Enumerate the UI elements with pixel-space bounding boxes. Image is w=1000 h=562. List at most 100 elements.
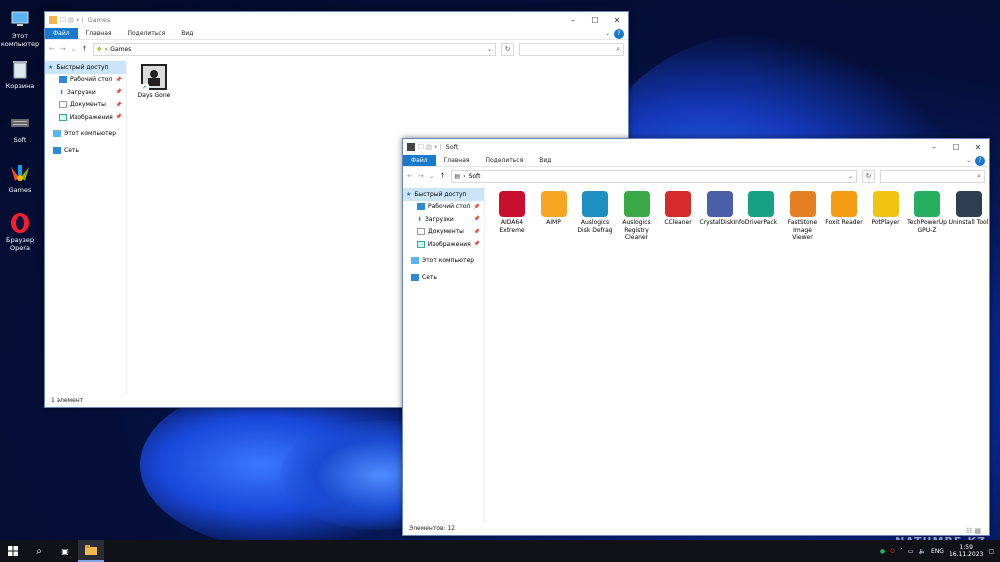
soft-folder-icon: ▤ bbox=[454, 172, 461, 180]
tab-home[interactable]: Главная bbox=[436, 155, 478, 166]
up-icon[interactable]: ↑ bbox=[440, 172, 446, 180]
minimize-button[interactable]: – bbox=[923, 143, 945, 152]
file-item-days-gone[interactable]: ↗ Days Gone bbox=[134, 64, 174, 100]
nav-label: Этот компьютер bbox=[422, 257, 475, 265]
search-icon: ⌕ bbox=[36, 545, 42, 557]
tab-home[interactable]: Главная bbox=[78, 28, 120, 39]
chevron-down-icon[interactable]: ⌄ bbox=[605, 28, 610, 39]
refresh-icon[interactable]: ↻ bbox=[862, 169, 875, 183]
file-label: Uninstall Tool bbox=[948, 219, 989, 226]
quick-access-toolbar[interactable]: ☐ ▤ ▾ | bbox=[60, 16, 84, 24]
nav-downloads[interactable]: ⬇ Загрузки 📌 bbox=[403, 213, 484, 226]
desktop-icon-soft[interactable]: Soft bbox=[0, 112, 40, 144]
file-item[interactable]: Uninstall Tool bbox=[949, 191, 989, 227]
up-icon[interactable]: ↑ bbox=[82, 45, 88, 53]
taskbar-explorer[interactable] bbox=[78, 540, 104, 562]
breadcrumb-item[interactable]: Games bbox=[110, 46, 131, 53]
disk-defrag-icon bbox=[582, 191, 608, 217]
notification-icon[interactable]: ▢ bbox=[988, 548, 994, 555]
address-bar[interactable]: ▤ › Soft ⌄ bbox=[450, 169, 857, 183]
task-view-button[interactable]: ▣ bbox=[52, 540, 78, 562]
chevron-down-icon[interactable]: ⌄ bbox=[487, 46, 492, 53]
file-item[interactable]: Auslogics Disk Defrag bbox=[575, 191, 615, 234]
desktop-icon-opera[interactable]: Браузер Opera bbox=[0, 212, 40, 252]
file-item[interactable]: FastStone Image Viewer bbox=[783, 191, 823, 242]
nav-downloads[interactable]: ⬇ Загрузки 📌 bbox=[45, 86, 126, 99]
back-icon[interactable]: ← bbox=[407, 172, 413, 180]
recent-icon[interactable]: ⌄ bbox=[71, 45, 77, 53]
nav-desktop[interactable]: Рабочий стол 📌 bbox=[403, 201, 484, 214]
desktop-icon-this-pc[interactable]: Этот компьютер bbox=[0, 8, 40, 48]
search-input[interactable]: ⌕ bbox=[519, 42, 624, 56]
tab-view[interactable]: Вид bbox=[173, 28, 201, 39]
search-input[interactable]: ⌕ bbox=[880, 169, 985, 183]
file-item[interactable]: PotPlayer bbox=[866, 191, 906, 227]
maximize-button[interactable]: ☐ bbox=[584, 16, 606, 25]
refresh-icon[interactable]: ↻ bbox=[501, 42, 514, 56]
nav-quick-access[interactable]: ★ Быстрый доступ bbox=[45, 61, 126, 74]
help-icon[interactable]: ? bbox=[614, 29, 624, 39]
desktop-icon-games[interactable]: Games bbox=[0, 162, 40, 194]
opera-tray-icon[interactable]: O bbox=[890, 548, 895, 555]
tab-file[interactable]: Файл bbox=[403, 155, 436, 166]
file-item[interactable]: AIDA64 Extreme bbox=[492, 191, 532, 234]
star-icon: ★ bbox=[406, 190, 412, 198]
pin-icon: 📌 bbox=[473, 216, 480, 223]
language-indicator[interactable]: ENG bbox=[931, 548, 944, 555]
desktop-icon-recycle-bin[interactable]: Корзина bbox=[0, 58, 40, 90]
file-item[interactable]: CCleaner bbox=[658, 191, 698, 227]
forward-icon[interactable]: → bbox=[60, 45, 66, 53]
search-button[interactable]: ⌕ bbox=[26, 540, 52, 562]
file-item[interactable]: CrystalDiskInfo bbox=[700, 191, 745, 227]
volume-icon[interactable]: 🔈 bbox=[919, 548, 926, 555]
desktop-icon-label: Soft bbox=[13, 136, 27, 144]
close-button[interactable]: ✕ bbox=[606, 16, 628, 25]
nav-this-pc[interactable]: Этот компьютер bbox=[403, 255, 484, 268]
maximize-button[interactable]: ☐ bbox=[945, 143, 967, 152]
nav-network[interactable]: Сеть bbox=[403, 271, 484, 284]
file-label: TechPowerUp GPU-Z bbox=[907, 219, 947, 234]
tab-share[interactable]: Поделиться bbox=[120, 28, 174, 39]
nav-documents[interactable]: Документы 📌 bbox=[403, 226, 484, 239]
nav-quick-access[interactable]: ★ Быстрый доступ bbox=[403, 188, 484, 201]
clock[interactable]: 1:59 16.11.2023 bbox=[949, 544, 983, 558]
nav-pictures[interactable]: Изображения 📌 bbox=[45, 111, 126, 124]
quick-access-toolbar[interactable]: ☐ ▤ ▾ | bbox=[418, 143, 442, 151]
chevron-down-icon[interactable]: ⌄ bbox=[848, 173, 853, 180]
nav-this-pc[interactable]: Этот компьютер bbox=[45, 128, 126, 141]
recent-icon[interactable]: ⌄ bbox=[429, 172, 435, 180]
tray-app-icon[interactable]: ● bbox=[880, 548, 885, 555]
chevron-up-icon[interactable]: ˄ bbox=[900, 548, 903, 555]
title-bar[interactable]: ☐ ▤ ▾ | Games – ☐ ✕ bbox=[45, 12, 628, 28]
minimize-button[interactable]: – bbox=[562, 16, 584, 25]
title-bar[interactable]: ☐ ▤ ▾ | Soft – ☐ ✕ bbox=[403, 139, 989, 155]
file-item[interactable]: Foxit Reader bbox=[824, 191, 864, 227]
breadcrumb-item[interactable]: Soft bbox=[469, 173, 481, 180]
star-icon: ★ bbox=[48, 63, 54, 71]
back-icon[interactable]: ← bbox=[49, 45, 55, 53]
nav-documents[interactable]: Документы 📌 bbox=[45, 99, 126, 112]
help-icon[interactable]: ? bbox=[975, 156, 985, 166]
network-icon[interactable]: ▭ bbox=[908, 548, 914, 555]
tab-share[interactable]: Поделиться bbox=[478, 155, 532, 166]
start-button[interactable] bbox=[0, 540, 26, 562]
forward-icon[interactable]: → bbox=[418, 172, 424, 180]
file-item[interactable]: Auslogics Registry Cleaner bbox=[617, 191, 657, 242]
chevron-down-icon[interactable]: ⌄ bbox=[966, 155, 971, 166]
nav-label: Документы bbox=[428, 228, 464, 236]
nav-network[interactable]: Сеть bbox=[45, 144, 126, 157]
close-button[interactable]: ✕ bbox=[967, 143, 989, 152]
tab-view[interactable]: Вид bbox=[531, 155, 559, 166]
nav-desktop[interactable]: Рабочий стол 📌 bbox=[45, 74, 126, 87]
file-item[interactable]: AIMP bbox=[534, 191, 574, 227]
address-bar[interactable]: ❖ › Games ⌄ bbox=[92, 42, 496, 56]
network-icon bbox=[411, 273, 419, 281]
tab-file[interactable]: Файл bbox=[45, 28, 78, 39]
recycle-bin-icon bbox=[9, 58, 31, 80]
file-item[interactable]: TechPowerUp GPU-Z bbox=[907, 191, 947, 234]
file-item[interactable]: DriverPack bbox=[741, 191, 781, 227]
nav-pictures[interactable]: Изображения 📌 bbox=[403, 238, 484, 251]
taskbar: ⌕ ▣ ● O ˄ ▭ 🔈 ENG 1:59 16.11.2023 ▢ bbox=[0, 540, 1000, 562]
soft-window[interactable]: ☐ ▤ ▾ | Soft – ☐ ✕ Файл Главная Поделить… bbox=[402, 138, 990, 536]
desktop: Этот компьютер Корзина Soft Games Браузе… bbox=[0, 0, 1000, 562]
